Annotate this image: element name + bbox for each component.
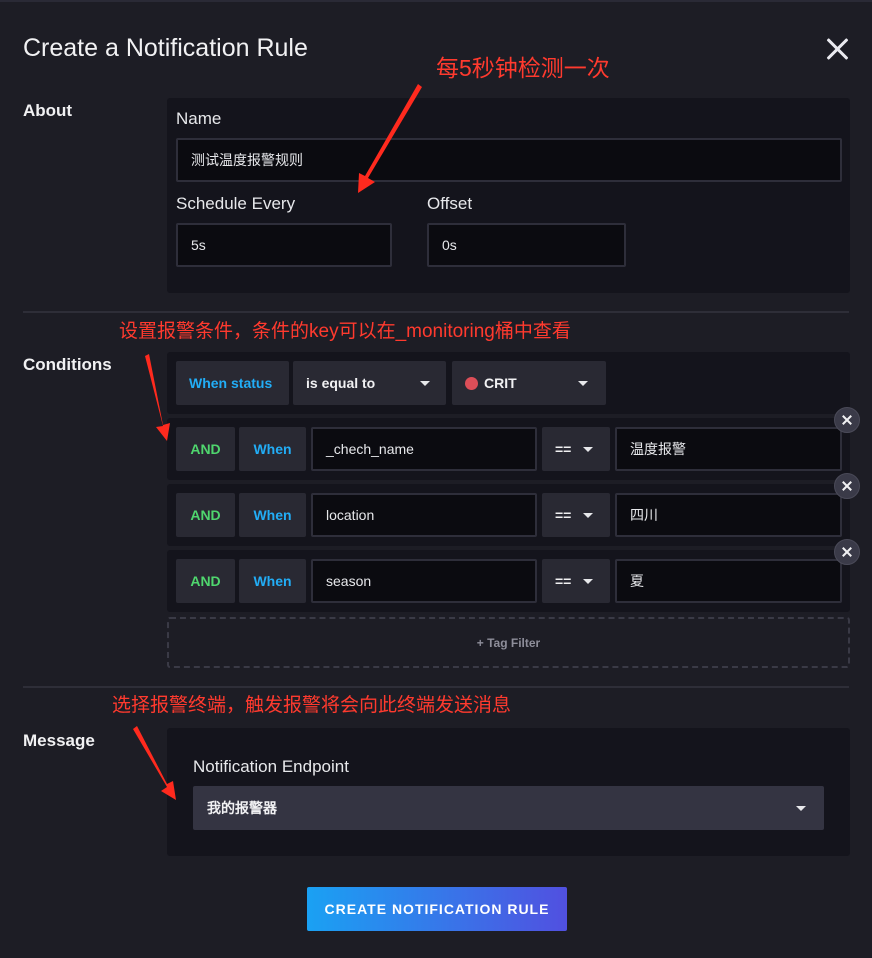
arrow-icon <box>145 354 170 441</box>
arrow-icon <box>133 726 176 800</box>
arrow-icon <box>358 84 422 193</box>
annotation-arrows <box>133 84 422 800</box>
